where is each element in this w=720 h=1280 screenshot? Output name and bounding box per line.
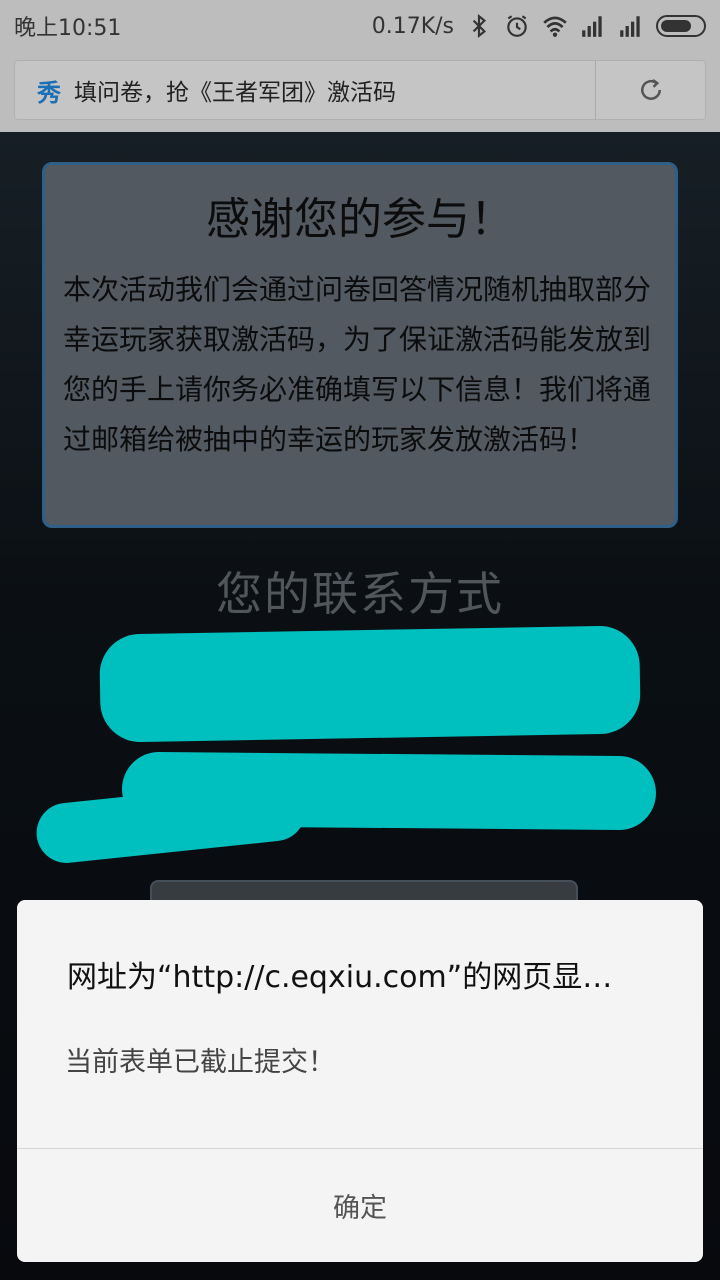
status-bar: 晚上10:51 0.17K/s	[0, 0, 720, 52]
bluetooth-icon	[472, 13, 487, 39]
address-bar[interactable]: 秀 填问卷，抢《王者军团》激活码	[14, 60, 706, 120]
battery-icon	[656, 15, 706, 37]
alert-dialog: 网址为“http://c.eqxiu.com”的网页显… 当前表单已截止提交！ …	[17, 900, 703, 1262]
browser-title-bar: 秀 填问卷，抢《王者军团》激活码	[0, 52, 720, 132]
site-logo-icon: 秀	[37, 78, 61, 107]
dialog-title: 网址为“http://c.eqxiu.com”的网页显…	[67, 960, 613, 995]
wifi-icon	[543, 16, 567, 37]
status-time: 晚上10:51	[14, 16, 122, 41]
reload-button[interactable]	[596, 75, 706, 105]
network-speed: 0.17K/s	[371, 13, 454, 39]
ok-button[interactable]: 确定	[17, 1149, 703, 1262]
signal-icon	[620, 16, 640, 37]
signal-icon	[582, 16, 602, 37]
reload-icon	[641, 78, 661, 100]
alarm-icon	[507, 15, 527, 37]
dialog-message: 当前表单已截止提交！	[65, 1047, 335, 1078]
page-title: 填问卷，抢《王者军团》激活码	[74, 80, 396, 106]
